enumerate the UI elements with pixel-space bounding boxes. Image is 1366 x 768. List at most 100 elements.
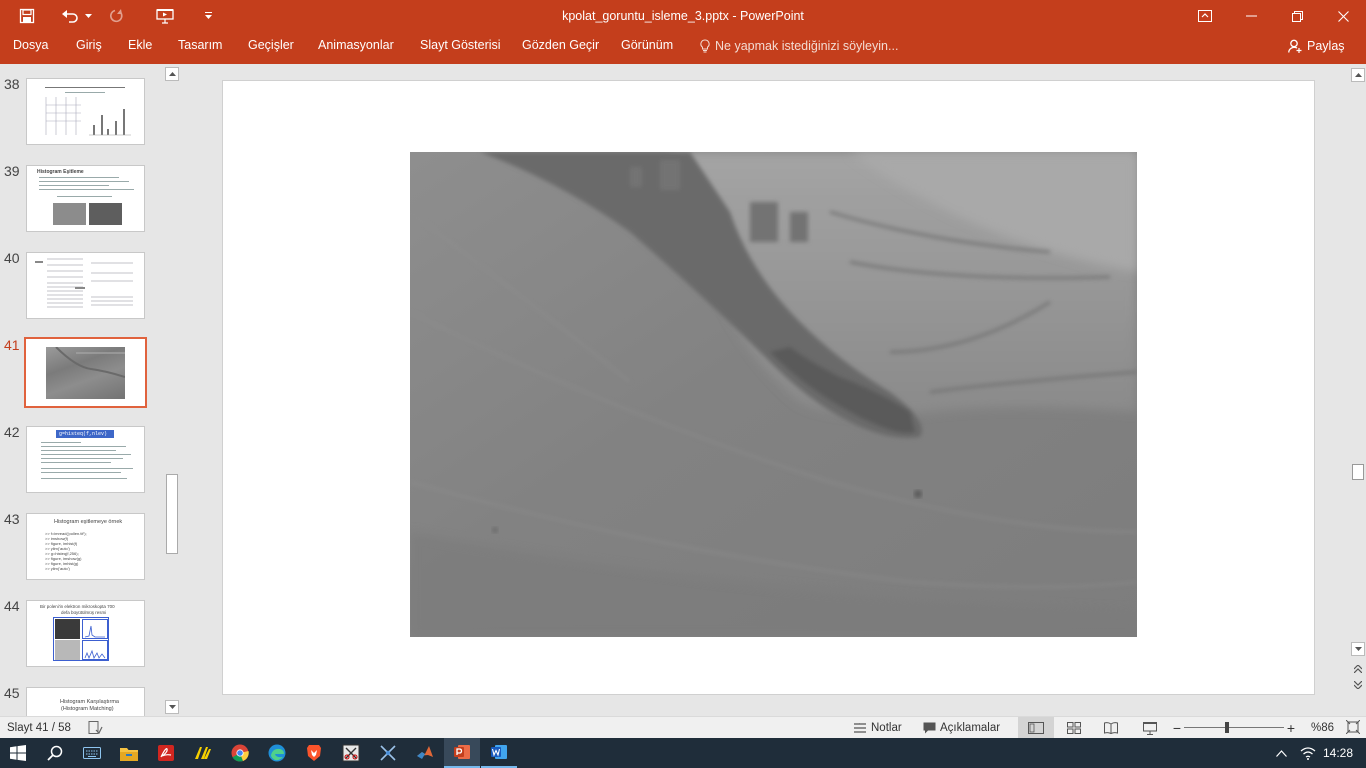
- slide-number: 38: [4, 76, 20, 92]
- lightbulb-icon: [700, 39, 710, 53]
- scroll-up-icon[interactable]: [165, 67, 179, 81]
- acrobat-icon[interactable]: [148, 738, 184, 768]
- thumb-title: Histogram Eşitleme: [37, 169, 84, 175]
- comment-icon: [923, 722, 936, 734]
- status-bar: Slayt 41 / 58 Notlar Açıklamalar − + %86: [0, 716, 1366, 739]
- tell-me-text: Ne yapmak istediğinizi söyleyin...: [715, 39, 899, 53]
- thumb-figure: [53, 617, 109, 661]
- undo-icon[interactable]: [58, 0, 82, 32]
- minimize-icon[interactable]: [1228, 0, 1274, 32]
- scroll-up-icon[interactable]: [1351, 68, 1365, 82]
- scroll-down-icon[interactable]: [165, 700, 179, 714]
- thumb-image: [46, 346, 126, 399]
- matlab-icon[interactable]: [407, 738, 443, 768]
- slide-number: 45: [4, 685, 20, 701]
- close-icon[interactable]: [1320, 0, 1366, 32]
- share-button[interactable]: Paylaş: [1288, 32, 1345, 60]
- slide-thumbnail-43[interactable]: Histogram eşitlemeye örnek >> f=imread('…: [26, 513, 145, 580]
- slide-number: 40: [4, 250, 20, 266]
- thumbnail-scrollbar[interactable]: [164, 66, 180, 716]
- title-bar: kpolat_goruntu_isleme_3.pptx - PowerPoin…: [0, 0, 1366, 32]
- table-preview: [35, 258, 133, 308]
- slide-thumbnail-40[interactable]: [26, 252, 145, 319]
- scroll-thumb[interactable]: [1352, 464, 1364, 480]
- norton-icon[interactable]: [185, 738, 221, 768]
- tab-review[interactable]: Gözden Geçir: [522, 32, 599, 60]
- slide-counter: Slayt 41 / 58: [7, 722, 71, 734]
- previous-slide-icon[interactable]: [1351, 662, 1365, 676]
- wifi-icon[interactable]: [1296, 738, 1320, 768]
- scroll-thumb[interactable]: [166, 474, 178, 554]
- word-icon[interactable]: [481, 738, 517, 768]
- notes-label: Notlar: [871, 722, 902, 734]
- thumb-title: (Histogram Matching): [61, 706, 114, 712]
- brave-icon[interactable]: [296, 738, 332, 768]
- slide-thumbnail-42[interactable]: g=histeq(f,nlev): [26, 426, 145, 493]
- slide-show-view-icon[interactable]: [1140, 717, 1160, 739]
- histogram-table-preview: [45, 97, 131, 136]
- customize-icon[interactable]: [200, 0, 216, 32]
- zoom-out-icon[interactable]: −: [1172, 717, 1182, 739]
- comments-button[interactable]: Açıklamalar: [923, 717, 1000, 739]
- thumb-title: Histogram Karşılaştırma: [60, 699, 119, 705]
- landscape-image: [409, 152, 1138, 637]
- notes-icon: [854, 723, 866, 733]
- redo-icon[interactable]: [106, 0, 128, 32]
- thumbnail-pane: 38 39 Histogram Eşitleme 40 41 42 g=hist…: [0, 64, 182, 716]
- chrome-icon[interactable]: [222, 738, 258, 768]
- thumb-line: >> ylim('auto'): [45, 566, 70, 571]
- tab-transitions[interactable]: Geçişler: [248, 32, 294, 60]
- tab-slide-show[interactable]: Slayt Gösterisi: [420, 32, 501, 60]
- tab-file[interactable]: Dosya: [13, 32, 48, 60]
- snipping-tool-icon[interactable]: [333, 738, 369, 768]
- windows-start-icon[interactable]: [0, 738, 36, 768]
- slide-thumbnail-41[interactable]: [24, 337, 147, 408]
- spell-check-icon[interactable]: [87, 720, 103, 736]
- file-explorer-icon[interactable]: [111, 738, 147, 768]
- ribbon-display-options-icon[interactable]: [1182, 0, 1228, 32]
- save-icon[interactable]: [14, 0, 40, 32]
- search-icon[interactable]: [37, 738, 73, 768]
- taskbar-clock[interactable]: 14:28: [1323, 738, 1353, 768]
- slide-sorter-view-icon[interactable]: [1064, 717, 1084, 739]
- windows-taskbar: 14:28: [0, 738, 1366, 768]
- tell-me-search[interactable]: Ne yapmak istediğinizi söyleyin...: [700, 32, 898, 60]
- slide-thumbnail-39[interactable]: Histogram Eşitleme: [26, 165, 145, 232]
- notes-button[interactable]: Notlar: [854, 717, 902, 739]
- tab-insert[interactable]: Ekle: [128, 32, 152, 60]
- slide-number: 44: [4, 598, 20, 614]
- thumb-image: [89, 203, 122, 225]
- scroll-down-icon[interactable]: [1351, 642, 1365, 656]
- slide-thumbnail-38[interactable]: [26, 78, 145, 145]
- tab-home[interactable]: Giriş: [76, 32, 102, 60]
- undo-dropdown-icon[interactable]: [83, 0, 93, 32]
- slide-thumbnail-45[interactable]: Histogram Karşılaştırma (Histogram Match…: [26, 687, 145, 716]
- zoom-level[interactable]: %86: [1311, 717, 1334, 739]
- slide-photo-landscape[interactable]: [409, 152, 1138, 637]
- fit-to-window-icon[interactable]: [1345, 719, 1361, 736]
- reading-view-icon[interactable]: [1101, 717, 1121, 739]
- zoom-in-icon[interactable]: +: [1286, 717, 1296, 739]
- powerpoint-icon[interactable]: [444, 738, 480, 768]
- touch-keyboard-icon[interactable]: [74, 738, 110, 768]
- comments-label: Açıklamalar: [940, 722, 1001, 734]
- zoom-slider[interactable]: [1184, 722, 1284, 733]
- tab-animations[interactable]: Animasyonlar: [318, 32, 394, 60]
- next-slide-icon[interactable]: [1351, 678, 1365, 692]
- edge-icon[interactable]: [259, 738, 295, 768]
- restore-icon[interactable]: [1274, 0, 1320, 32]
- slide-thumbnail-44[interactable]: Bir poleni'in elektron mikroskopta 700 d…: [26, 600, 145, 667]
- share-label: Paylaş: [1307, 39, 1345, 53]
- show-hidden-icons-icon[interactable]: [1268, 738, 1294, 768]
- start-from-beginning-icon[interactable]: [152, 0, 178, 32]
- zoom-slider-thumb[interactable]: [1225, 722, 1229, 733]
- tab-view[interactable]: Görünüm: [621, 32, 673, 60]
- network-tool-icon[interactable]: [370, 738, 406, 768]
- thumb-title: defa büyütülmüş resmi: [61, 610, 107, 615]
- ribbon-tabs: Dosya Giriş Ekle Tasarım Geçişler Animas…: [0, 32, 1366, 64]
- normal-view-button[interactable]: [1018, 717, 1054, 739]
- tab-design[interactable]: Tasarım: [178, 32, 222, 60]
- thumb-title: Histogram eşitlemeye örnek: [54, 519, 123, 525]
- person-icon: [1288, 39, 1302, 53]
- slide-scrollbar[interactable]: [1350, 66, 1366, 716]
